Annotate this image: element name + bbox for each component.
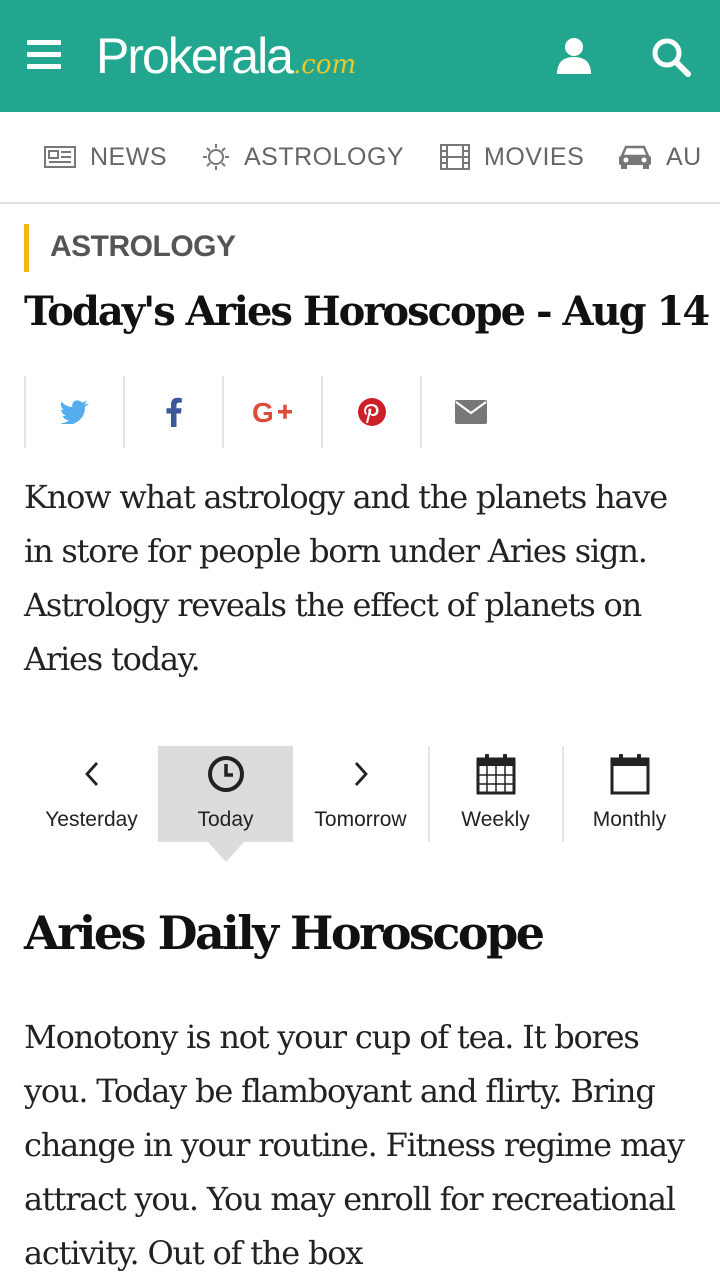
share-twitter-button[interactable]	[24, 376, 123, 448]
nav-item-auto[interactable]: AU	[618, 112, 702, 202]
tab-label: Tomorrow	[314, 808, 407, 831]
search-icon[interactable]	[650, 36, 692, 78]
nav-item-movies[interactable]: MOVIES	[440, 112, 584, 202]
google-plus-icon: G	[252, 399, 292, 425]
clock-icon	[207, 756, 244, 792]
nav-item-news[interactable]: NEWS	[44, 112, 167, 202]
share-email-button[interactable]	[420, 376, 519, 448]
newspaper-icon	[44, 146, 76, 168]
logo-domain: .com	[293, 50, 357, 80]
tab-today[interactable]: Today	[158, 746, 293, 862]
film-icon	[440, 144, 470, 170]
chevron-right-icon	[354, 762, 368, 786]
calendar-grid-icon	[476, 754, 515, 795]
tab-weekly[interactable]: Weekly	[428, 746, 563, 842]
chevron-left-icon	[84, 762, 98, 786]
menu-icon[interactable]	[27, 40, 61, 72]
tab-monthly[interactable]: Monthly	[562, 746, 697, 842]
share-pinterest-button[interactable]	[321, 376, 420, 448]
nav-label: NEWS	[90, 142, 167, 171]
horoscope-text: Monotony is not your cup of tea. It bore…	[24, 1018, 685, 1272]
nav-label: ASTROLOGY	[244, 142, 405, 171]
pinterest-icon	[357, 398, 386, 426]
car-icon	[619, 145, 651, 169]
tab-label: Today	[197, 808, 254, 831]
tab-label: Monthly	[592, 808, 667, 831]
site-logo[interactable]: Prokerala.com	[96, 26, 356, 86]
share-bar: G	[24, 376, 519, 448]
twitter-icon	[59, 400, 89, 424]
share-facebook-button[interactable]	[123, 376, 222, 448]
nav-label: MOVIES	[484, 142, 585, 171]
category-nav: NEWS ASTROLOGY MOVIES AU	[0, 112, 720, 204]
svg-text:G: G	[252, 399, 274, 425]
share-google-plus-button[interactable]: G	[222, 376, 321, 448]
tab-label: Yesterday	[45, 808, 138, 831]
horoscope-heading: Aries Daily Horoscope	[24, 906, 545, 960]
tab-yesterday[interactable]: Yesterday	[24, 746, 159, 842]
section-accent-bar	[24, 224, 29, 272]
top-app-bar: Prokerala.com	[0, 0, 720, 112]
user-icon[interactable]	[554, 36, 594, 76]
calendar-icon	[610, 754, 649, 795]
sun-icon	[203, 144, 229, 170]
email-icon	[454, 400, 487, 424]
nav-label: AU	[666, 142, 702, 171]
tab-tomorrow[interactable]: Tomorrow	[293, 746, 428, 842]
page-title: Today's Aries Horoscope - Aug 14	[24, 288, 710, 335]
article-intro: Know what astrology and the planets have…	[24, 478, 668, 678]
section-label[interactable]: ASTROLOGY	[50, 230, 236, 264]
facebook-icon	[166, 397, 182, 427]
logo-text: Prokerala	[96, 28, 294, 84]
nav-item-astrology[interactable]: ASTROLOGY	[202, 112, 404, 202]
tab-label: Weekly	[461, 808, 530, 831]
